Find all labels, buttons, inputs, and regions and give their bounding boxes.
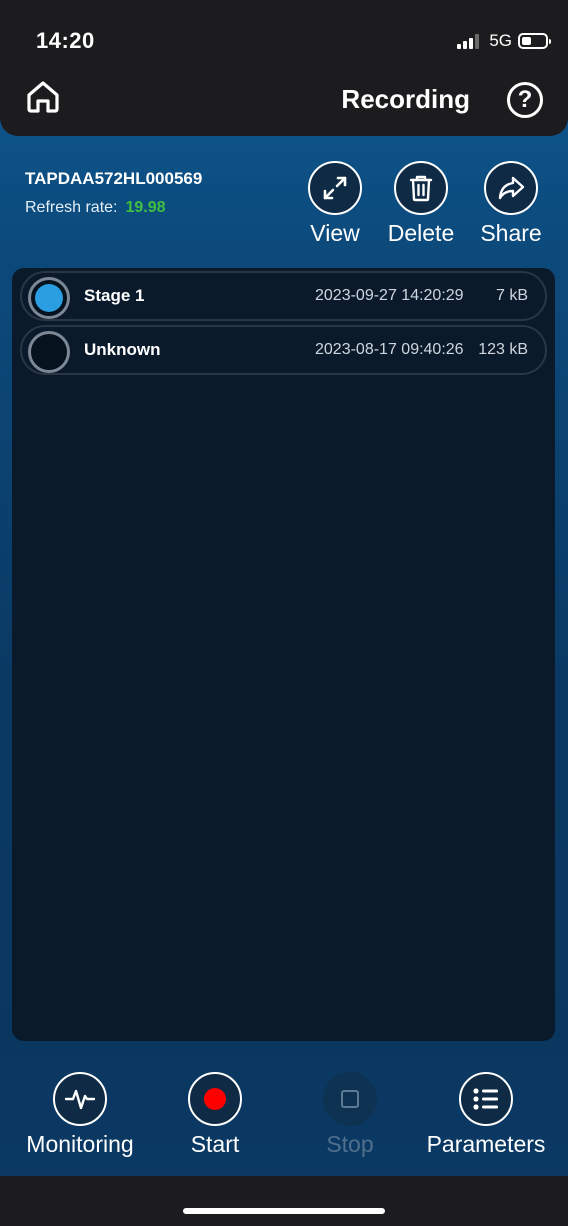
stop-button: Stop [305,1072,395,1158]
recording-name: Unknown [84,340,161,359]
home-indicator-area [0,1176,568,1226]
monitoring-button[interactable]: Monitoring [20,1072,140,1158]
recording-name: Stage 1 [84,286,145,305]
record-icon [204,1088,226,1110]
start-button[interactable]: Start [170,1072,260,1158]
refresh-rate-label: Refresh rate: [25,199,118,216]
network-type: 5G [489,31,512,50]
refresh-rate-value: 19.98 [125,199,166,216]
pulse-icon [64,1089,96,1110]
list-item[interactable]: Unknown 2023-08-17 09:40:26 123 kB [20,325,547,375]
battery-icon [518,33,551,49]
share-arrow-icon [498,176,525,200]
recording-date: 2023-09-27 14:20:29 [315,287,464,304]
expand-icon [323,176,347,200]
share-button[interactable]: Share [466,161,556,247]
status-icons: 5G [457,30,551,52]
top-bar: 14:20 5G Recording ? [0,0,568,136]
help-button[interactable]: ? [507,82,543,118]
stop-icon [341,1090,359,1108]
recording-size: 7 kB [495,287,528,304]
recording-size: 123 kB [478,341,528,358]
stop-label: Stop [326,1131,374,1157]
parameters-button[interactable]: Parameters [421,1072,551,1158]
help-icon: ? [517,86,533,113]
start-label: Start [190,1131,240,1157]
radio-button[interactable] [28,277,70,319]
delete-label: Delete [387,220,455,246]
status-time: 14:20 [36,28,95,53]
recording-list: Stage 1 2023-09-27 14:20:29 7 kB Unknown… [12,268,555,1041]
parameters-label: Parameters [426,1131,546,1157]
device-id: TAPDAA572HL000569 [25,169,203,188]
list-item[interactable]: Stage 1 2023-09-27 14:20:29 7 kB [20,271,547,321]
home-icon [27,81,59,113]
home-indicator[interactable] [183,1208,385,1214]
bottom-nav: Monitoring Start Stop Parameters [0,1066,568,1176]
refresh-rate: Refresh rate: 19.98 [25,199,166,217]
share-label: Share [480,220,542,246]
list-icon [473,1088,498,1110]
delete-button[interactable]: Delete [376,161,466,247]
page-title: Recording [341,84,470,114]
view-label: View [310,220,360,246]
view-button[interactable]: View [290,161,380,247]
monitoring-label: Monitoring [26,1131,134,1157]
trash-icon [409,175,433,202]
home-button[interactable] [24,78,62,116]
recording-date: 2023-08-17 09:40:26 [315,341,464,358]
radio-button[interactable] [28,331,70,373]
radio-selected-dot [35,284,63,312]
signal-icon [457,33,481,49]
